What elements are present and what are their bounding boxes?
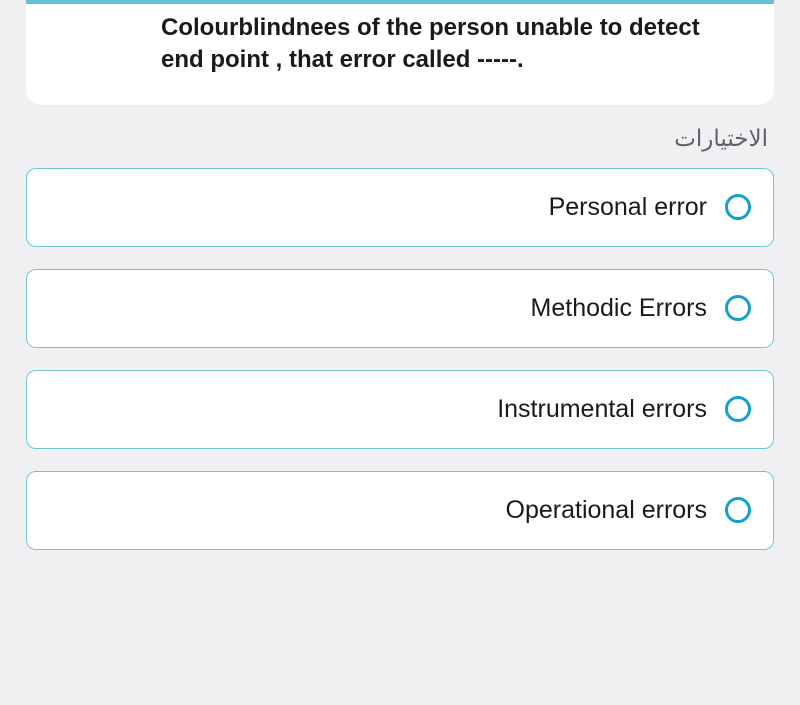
option-label: Operational errors (506, 496, 707, 525)
choices-label: الاختيارات (26, 125, 774, 152)
option-label: Instrumental errors (497, 395, 707, 424)
option-label: Methodic Errors (531, 294, 707, 323)
radio-icon (725, 194, 751, 220)
question-text: Colourblindnees of the person unable to … (66, 12, 734, 77)
radio-icon (725, 295, 751, 321)
option-methodic-errors[interactable]: Methodic Errors (26, 269, 774, 348)
option-operational-errors[interactable]: Operational errors (26, 471, 774, 550)
option-personal-error[interactable]: Personal error (26, 168, 774, 247)
option-label: Personal error (549, 193, 707, 222)
choices-section: الاختيارات Personal error Methodic Error… (0, 105, 800, 550)
option-instrumental-errors[interactable]: Instrumental errors (26, 370, 774, 449)
radio-icon (725, 396, 751, 422)
question-card: Colourblindnees of the person unable to … (26, 0, 774, 105)
radio-icon (725, 497, 751, 523)
